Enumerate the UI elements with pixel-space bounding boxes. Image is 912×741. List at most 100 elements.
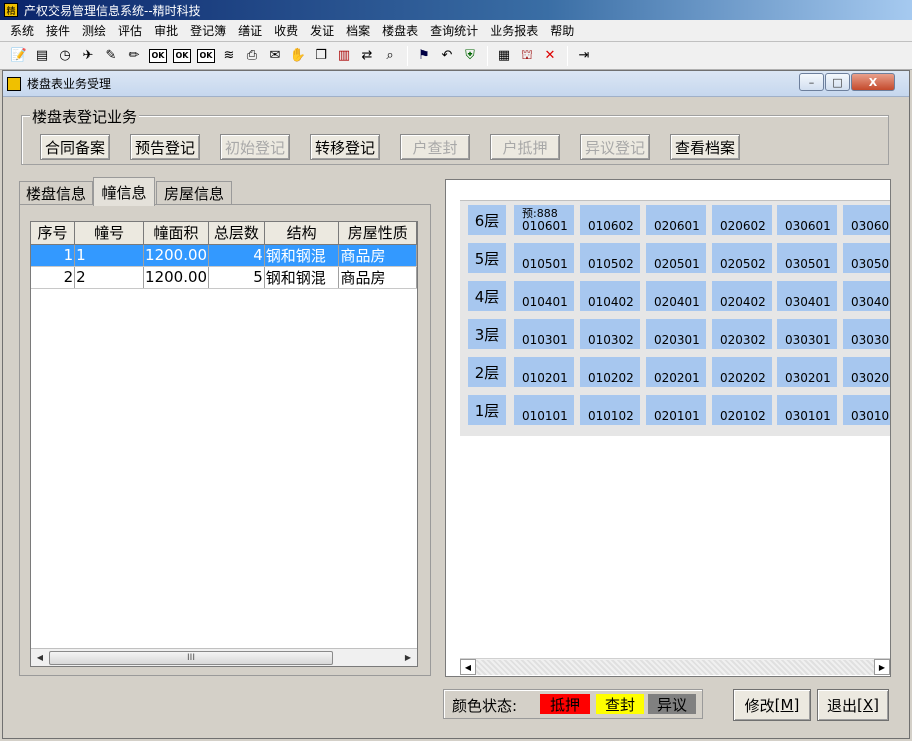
column-header-block-no[interactable]: 幢号 (74, 222, 145, 245)
unit-cell[interactable]: 020202 (712, 357, 772, 387)
column-header-seq[interactable]: 序号 (31, 222, 76, 245)
menu-item-appraisal[interactable]: 评估 (112, 22, 148, 39)
menu-item-intake[interactable]: 接件 (40, 22, 76, 39)
copy-icon[interactable]: ❐ (310, 45, 332, 67)
pencil-icon[interactable]: ✏ (123, 45, 145, 67)
unit-cell[interactable]: 020102 (712, 395, 772, 425)
unit-cell[interactable]: 020201 (646, 357, 706, 387)
menu-item-fees[interactable]: 收费 (268, 22, 304, 39)
unit-cell[interactable]: 030301 (777, 319, 837, 349)
binoculars-icon[interactable]: ⌕ (379, 45, 401, 67)
tab-building-info[interactable]: 楼盘信息 (19, 181, 93, 205)
unit-mortgage-button[interactable]: 户抵押 (490, 134, 560, 160)
menu-item-building-table[interactable]: 楼盘表 (376, 22, 424, 39)
unit-cell[interactable]: 030402 (843, 281, 890, 311)
unit-cell[interactable]: 030101 (777, 395, 837, 425)
scroll-right-icon[interactable]: ▶ (874, 659, 890, 675)
unit-cell[interactable]: 010402 (580, 281, 640, 311)
advance-registration-button[interactable]: 预告登记 (130, 134, 200, 160)
unit-cell[interactable]: 030502 (843, 243, 890, 273)
unit-cell[interactable]: 010502 (580, 243, 640, 273)
menu-item-issue[interactable]: 发证 (304, 22, 340, 39)
unit-cell[interactable]: 010202 (580, 357, 640, 387)
menu-item-survey[interactable]: 测绘 (76, 22, 112, 39)
view-archive-button[interactable]: 查看档案 (670, 134, 740, 160)
ok-button-2[interactable]: OK (173, 48, 191, 63)
unit-cell[interactable]: 030401 (777, 281, 837, 311)
menu-item-help[interactable]: 帮助 (544, 22, 580, 39)
unit-cell[interactable]: 030202 (843, 357, 890, 387)
unit-cell[interactable]: 030602 (843, 205, 890, 235)
unit-cell[interactable]: 030102 (843, 395, 890, 425)
unit-seizure-button[interactable]: 户查封 (400, 134, 470, 160)
column-header-area[interactable]: 幢面积 (143, 222, 210, 245)
column-header-property-type[interactable]: 房屋性质 (338, 222, 417, 245)
document-icon[interactable]: ▤ (31, 45, 53, 67)
scroll-right-icon[interactable]: ▶ (399, 649, 417, 667)
column-header-floors[interactable]: 总层数 (208, 222, 265, 245)
unit-cell[interactable]: 020601 (646, 205, 706, 235)
unit-cell[interactable]: 020401 (646, 281, 706, 311)
scroll-track[interactable] (476, 659, 874, 675)
menu-item-business-report[interactable]: 业务报表 (484, 22, 544, 39)
unit-cell[interactable]: 010501 (514, 243, 574, 273)
unit-cell[interactable]: 030501 (777, 243, 837, 273)
unit-cell[interactable]: 020302 (712, 319, 772, 349)
shield-icon[interactable]: ⛨ (459, 45, 481, 67)
scroll-left-icon[interactable]: ◀ (460, 659, 476, 675)
menu-item-approval[interactable]: 审批 (148, 22, 184, 39)
unit-cell[interactable]: 020502 (712, 243, 772, 273)
transfer-registration-button[interactable]: 转移登记 (310, 134, 380, 160)
runner-icon[interactable]: ⚑ (413, 45, 435, 67)
floor-horizontal-scrollbar[interactable]: ◀ ▶ (460, 658, 890, 675)
undo-icon[interactable]: ↶ (436, 45, 458, 67)
modify-button[interactable]: 修改 [M] (733, 689, 811, 721)
grid-horizontal-scrollbar[interactable]: ◀ III ▶ (31, 648, 417, 666)
unit-cell[interactable]: 010301 (514, 319, 574, 349)
initial-registration-button[interactable]: 初始登记 (220, 134, 290, 160)
ok-button-3[interactable]: OK (197, 48, 215, 63)
contract-filing-button[interactable]: 合同备案 (40, 134, 110, 160)
unit-cell[interactable]: 030201 (777, 357, 837, 387)
transfer-icon[interactable]: ⇄ (356, 45, 378, 67)
unit-cell[interactable]: 020402 (712, 281, 772, 311)
signal-icon[interactable]: ✈ (77, 45, 99, 67)
chat-icon[interactable]: ✉ (264, 45, 286, 67)
bars-icon[interactable]: ▥ (333, 45, 355, 67)
stamp-icon[interactable]: ⛫ (516, 45, 538, 67)
unit-cell[interactable]: 010101 (514, 395, 574, 425)
delete-icon[interactable]: ✕ (539, 45, 561, 67)
unit-cell[interactable]: 010102 (580, 395, 640, 425)
menu-item-register-book[interactable]: 登记簿 (184, 22, 232, 39)
stop-hand-icon[interactable]: ✋ (287, 45, 309, 67)
unit-cell[interactable]: 020101 (646, 395, 706, 425)
menu-item-archive[interactable]: 档案 (340, 22, 376, 39)
calculator-icon[interactable]: ▦ (493, 45, 515, 67)
unit-cell[interactable]: 010201 (514, 357, 574, 387)
unit-cell[interactable]: 预:888 010601 (514, 205, 574, 235)
exit-door-icon[interactable]: ⇥ (573, 45, 595, 67)
column-header-structure[interactable]: 结构 (264, 222, 340, 245)
table-row[interactable]: 1 1 1200.00 4 钢和钢混 商品房 (31, 244, 417, 267)
stack-icon[interactable]: ≋ (218, 45, 240, 67)
tab-block-info[interactable]: 幢信息 (93, 177, 155, 206)
clock-icon[interactable]: ◷ (54, 45, 76, 67)
close-button[interactable]: X (851, 73, 895, 91)
edit-doc-icon[interactable]: 📝 (8, 45, 30, 67)
minimize-button[interactable]: – (799, 73, 824, 91)
menu-item-certificate[interactable]: 缮证 (232, 22, 268, 39)
unit-cell[interactable]: 010401 (514, 281, 574, 311)
unit-cell[interactable]: 020501 (646, 243, 706, 273)
unit-cell[interactable]: 030302 (843, 319, 890, 349)
printer-icon[interactable]: ⎙ (241, 45, 263, 67)
scroll-thumb[interactable]: III (49, 650, 333, 665)
tab-house-info[interactable]: 房屋信息 (156, 181, 232, 205)
unit-cell[interactable]: 010602 (580, 205, 640, 235)
unit-cell[interactable]: 020602 (712, 205, 772, 235)
objection-registration-button[interactable]: 异议登记 (580, 134, 650, 160)
maximize-button[interactable]: □ (825, 73, 850, 91)
table-row[interactable]: 2 2 1200.00 5 钢和钢混 商品房 (31, 266, 417, 289)
menu-item-query-stats[interactable]: 查询统计 (424, 22, 484, 39)
menu-item-system[interactable]: 系统 (4, 22, 40, 39)
scroll-left-icon[interactable]: ◀ (31, 649, 49, 667)
